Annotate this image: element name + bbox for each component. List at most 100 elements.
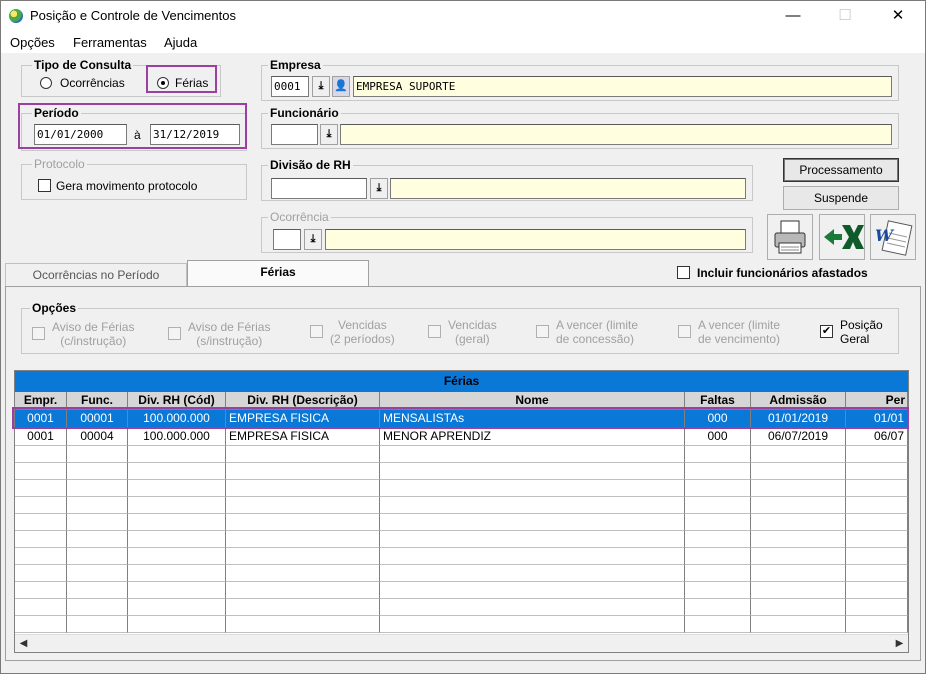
table-cell bbox=[15, 463, 67, 480]
table-cell bbox=[380, 582, 685, 599]
word-icon: W bbox=[875, 220, 913, 256]
vencidas-2-periodos-label[interactable]: Vencidas (2 períodos) bbox=[330, 318, 395, 346]
protocolo-title: Protocolo bbox=[32, 157, 87, 171]
table-row[interactable] bbox=[15, 616, 908, 634]
maximize-button[interactable]: ☐ bbox=[822, 1, 868, 31]
suspende-button[interactable]: Suspende bbox=[783, 186, 899, 210]
empresa-lookup-button[interactable]: ⤓ bbox=[312, 76, 330, 97]
tab-ferias[interactable]: Férias bbox=[187, 260, 369, 287]
opcoes-title: Opções bbox=[30, 301, 79, 315]
vencidas-2-periodos-checkbox[interactable] bbox=[310, 325, 323, 338]
table-row[interactable] bbox=[15, 446, 908, 464]
table-row[interactable] bbox=[15, 497, 908, 515]
ocorrencia-name-input[interactable] bbox=[325, 229, 746, 250]
table-cell bbox=[380, 446, 685, 463]
radio-ocorrencias[interactable] bbox=[40, 77, 52, 89]
table-cell bbox=[685, 616, 751, 633]
posicao-geral-label[interactable]: Posição Geral bbox=[840, 318, 883, 346]
radio-ocorrencias-label[interactable]: Ocorrências bbox=[60, 76, 125, 90]
highlight-ferias bbox=[146, 65, 217, 93]
menu-ferramentas[interactable]: Ferramentas bbox=[73, 35, 147, 50]
highlight-selected-row bbox=[12, 407, 909, 429]
table-cell bbox=[226, 531, 380, 548]
scroll-left-icon[interactable]: ◀ bbox=[15, 635, 32, 652]
empresa-person-button[interactable]: 👤 bbox=[332, 76, 350, 97]
aviso-ferias-s-instrucao-label[interactable]: Aviso de Férias (s/instrução) bbox=[188, 320, 270, 348]
table-cell bbox=[67, 514, 128, 531]
highlight-periodo bbox=[18, 103, 247, 149]
a-vencer-vencimento-checkbox[interactable] bbox=[678, 325, 691, 338]
table-row[interactable] bbox=[15, 480, 908, 498]
svg-text:W: W bbox=[875, 226, 895, 245]
menu-ajuda[interactable]: Ajuda bbox=[164, 35, 197, 50]
print-button[interactable] bbox=[767, 214, 813, 260]
scroll-right-icon[interactable]: ▶ bbox=[891, 635, 908, 652]
gera-protocolo-label[interactable]: Gera movimento protocolo bbox=[56, 179, 197, 193]
aviso-ferias-c-instrucao-checkbox[interactable] bbox=[32, 327, 45, 340]
table-cell bbox=[15, 446, 67, 463]
table-row[interactable] bbox=[15, 514, 908, 532]
a-vencer-vencimento-label[interactable]: A vencer (limite de vencimento) bbox=[698, 318, 780, 346]
ocorrencia-lookup-button[interactable]: ⤓ bbox=[304, 229, 322, 250]
empresa-title: Empresa bbox=[268, 58, 323, 72]
table-cell bbox=[128, 463, 226, 480]
vencidas-geral-checkbox[interactable] bbox=[428, 325, 441, 338]
funcionario-lookup-button[interactable]: ⤓ bbox=[320, 124, 338, 145]
table-cell bbox=[380, 599, 685, 616]
title-bar: Posição e Controle de Vencimentos — ☐ ✕ bbox=[1, 1, 925, 31]
table-cell bbox=[128, 548, 226, 565]
vencidas-geral-label[interactable]: Vencidas (geral) bbox=[448, 318, 497, 346]
grid-title: Férias bbox=[15, 371, 908, 392]
a-vencer-concessao-label[interactable]: A vencer (limite de concessão) bbox=[556, 318, 638, 346]
a-vencer-concessao-checkbox[interactable] bbox=[536, 325, 549, 338]
horizontal-scrollbar[interactable]: ◀ ▶ bbox=[15, 634, 908, 652]
empresa-name-input[interactable]: EMPRESA SUPORTE bbox=[353, 76, 892, 97]
tab-ocorrencias-periodo[interactable]: Ocorrências no Período bbox=[5, 263, 187, 287]
ocorrencia-title: Ocorrência bbox=[268, 210, 331, 224]
divisao-rh-name-input[interactable] bbox=[390, 178, 746, 199]
table-cell bbox=[751, 599, 846, 616]
table-cell bbox=[128, 599, 226, 616]
gera-protocolo-checkbox[interactable] bbox=[38, 179, 51, 192]
aviso-ferias-c-instrucao-label[interactable]: Aviso de Férias (c/instrução) bbox=[52, 320, 134, 348]
excel-button[interactable] bbox=[819, 214, 865, 260]
cell-faltas: 000 bbox=[685, 428, 751, 446]
menu-opcoes[interactable]: Opções bbox=[10, 35, 55, 50]
table-cell bbox=[380, 531, 685, 548]
table-cell bbox=[751, 565, 846, 582]
table-row[interactable] bbox=[15, 582, 908, 600]
cell-periodo: 06/07 bbox=[846, 428, 908, 446]
funcionario-code-input[interactable] bbox=[271, 124, 318, 145]
table-cell bbox=[380, 616, 685, 633]
divisao-rh-title: Divisão de RH bbox=[268, 158, 353, 172]
empresa-code-input[interactable]: 0001 bbox=[271, 76, 309, 97]
window-title: Posição e Controle de Vencimentos bbox=[30, 8, 236, 23]
processamento-button[interactable]: Processamento bbox=[783, 158, 899, 182]
funcionario-group: Funcionário ⤓ bbox=[261, 106, 899, 149]
table-row[interactable] bbox=[15, 548, 908, 566]
incluir-afastados-label[interactable]: Incluir funcionários afastados bbox=[697, 266, 868, 280]
posicao-geral-checkbox[interactable]: ✔ bbox=[820, 325, 833, 338]
table-cell bbox=[380, 480, 685, 497]
table-row[interactable] bbox=[15, 565, 908, 583]
table-cell bbox=[846, 463, 908, 480]
table-cell bbox=[128, 565, 226, 582]
table-row[interactable] bbox=[15, 599, 908, 617]
table-row[interactable] bbox=[15, 463, 908, 481]
funcionario-name-input[interactable] bbox=[340, 124, 892, 145]
aviso-ferias-s-instrucao-checkbox[interactable] bbox=[168, 327, 181, 340]
table-row[interactable]: 0001 00004 100.000.000 EMPRESA FISICA ME… bbox=[15, 428, 908, 446]
minimize-button[interactable]: — bbox=[770, 1, 816, 31]
divisao-rh-code-input[interactable] bbox=[271, 178, 367, 199]
table-cell bbox=[751, 463, 846, 480]
divisao-rh-lookup-button[interactable]: ⤓ bbox=[370, 178, 388, 199]
table-row[interactable] bbox=[15, 531, 908, 549]
table-cell bbox=[67, 497, 128, 514]
table-cell bbox=[226, 497, 380, 514]
ocorrencia-code-input[interactable] bbox=[273, 229, 301, 250]
word-button[interactable]: W bbox=[870, 214, 916, 260]
table-cell bbox=[846, 582, 908, 599]
close-button[interactable]: ✕ bbox=[875, 1, 921, 31]
incluir-afastados-checkbox[interactable] bbox=[677, 266, 690, 279]
table-cell bbox=[846, 514, 908, 531]
